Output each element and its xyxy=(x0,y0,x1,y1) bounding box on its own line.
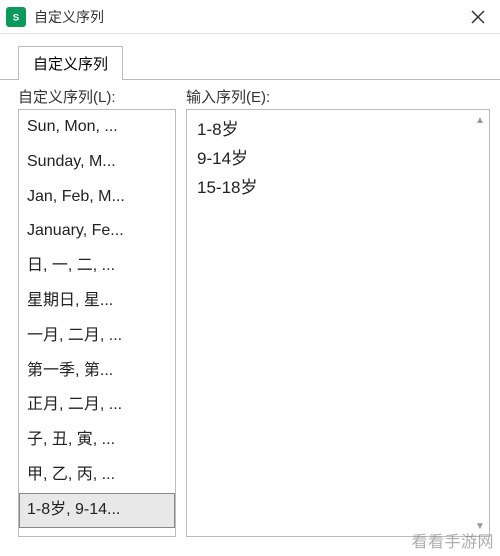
app-icon: S xyxy=(6,7,26,27)
list-item[interactable]: January, Fe... xyxy=(19,214,175,249)
list-item[interactable]: Sun, Mon, ... xyxy=(19,110,175,145)
list-item[interactable]: 正月, 二月, ... xyxy=(19,388,175,423)
list-item[interactable]: 1-8岁, 9-14... xyxy=(19,493,175,528)
list-item[interactable]: Jan, Feb, M... xyxy=(19,180,175,215)
svg-text:S: S xyxy=(13,12,20,23)
list-item[interactable]: 一月, 二月, ... xyxy=(19,319,175,354)
main-panel: 自定义序列(L): Sun, Mon, ...Sunday, M...Jan, … xyxy=(0,79,500,537)
sequence-line: 9-14岁 xyxy=(197,145,471,174)
tab-custom-sequence[interactable]: 自定义序列 xyxy=(18,46,123,80)
custom-sequence-label: 自定义序列(L): xyxy=(18,86,176,107)
sequence-line: 1-8岁 xyxy=(197,116,471,145)
sequence-line: 15-18岁 xyxy=(197,174,471,203)
list-item[interactable]: 甲, 乙, 丙, ... xyxy=(19,458,175,493)
input-sequence-label: 输入序列(E): xyxy=(186,86,490,107)
input-sequence-column: 输入序列(E): 1-8岁9-14岁15-18岁 ▲ ▼ xyxy=(176,80,500,537)
list-item[interactable]: 日, 一, 二, ... xyxy=(19,249,175,284)
list-item[interactable]: Sunday, M... xyxy=(19,145,175,180)
custom-sequence-column: 自定义序列(L): Sun, Mon, ...Sunday, M...Jan, … xyxy=(0,80,176,537)
titlebar: S 自定义序列 xyxy=(0,0,500,34)
input-sequence-textarea[interactable]: 1-8岁9-14岁15-18岁 ▲ ▼ xyxy=(186,109,490,537)
scroll-down-icon[interactable]: ▼ xyxy=(473,518,487,534)
list-item[interactable]: 星期日, 星... xyxy=(19,284,175,319)
list-item[interactable]: 第一季, 第... xyxy=(19,354,175,389)
list-item[interactable]: 子, 丑, 寅, ... xyxy=(19,423,175,458)
custom-sequence-listbox[interactable]: Sun, Mon, ...Sunday, M...Jan, Feb, M...J… xyxy=(18,109,176,537)
window-title: 自定义序列 xyxy=(34,7,456,27)
close-button[interactable] xyxy=(456,0,500,34)
tab-bar: 自定义序列 xyxy=(0,34,500,80)
close-icon xyxy=(471,10,485,24)
scroll-up-icon[interactable]: ▲ xyxy=(473,112,487,128)
